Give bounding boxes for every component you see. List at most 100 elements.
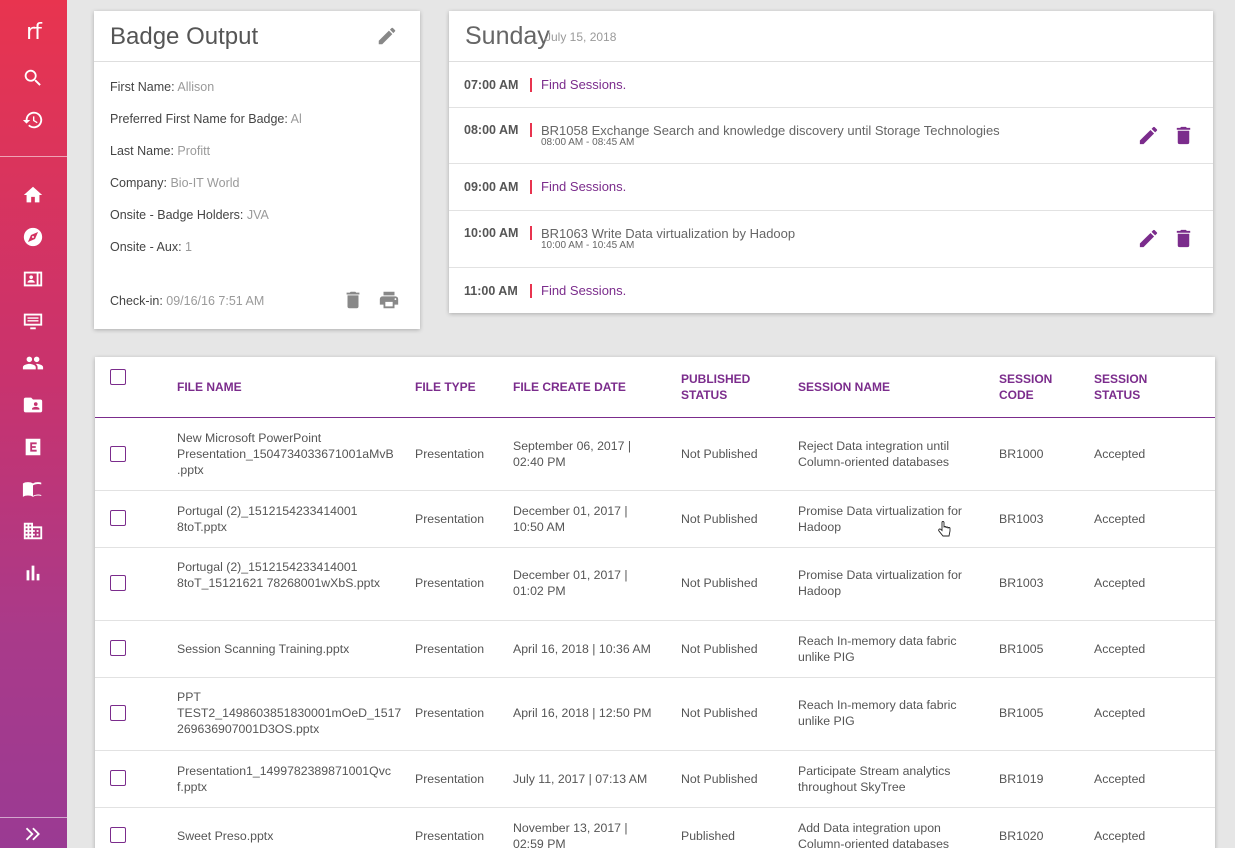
field-company: Company: Bio-IT World (110, 176, 240, 190)
table-row[interactable]: Presentation1_1499782389871001Qvc f.pptx… (95, 751, 1215, 808)
edit-icon[interactable] (376, 25, 398, 47)
session-actions (1137, 227, 1195, 255)
schedule-row: 07:00 AM Find Sessions. (449, 62, 1213, 108)
hand-cursor-icon (938, 521, 951, 537)
field-last-name: Last Name: Profitt (110, 144, 211, 158)
cell-file-type: Presentation (415, 772, 485, 786)
row-checkbox[interactable] (110, 510, 126, 526)
cell-session-code: BR1005 (999, 706, 1044, 720)
schedule-time: 10:00 AM (464, 226, 519, 240)
cell-session-status: Accepted (1094, 512, 1146, 526)
row-checkbox[interactable] (110, 770, 126, 786)
row-checkbox[interactable] (110, 827, 126, 843)
row-checkbox[interactable] (110, 705, 126, 721)
find-sessions-link[interactable]: Find Sessions. (541, 179, 626, 194)
cell-session-code: BR1019 (999, 772, 1044, 786)
home-icon[interactable] (19, 181, 47, 209)
select-all-checkbox[interactable] (110, 369, 126, 385)
time-marker (530, 78, 532, 92)
find-sessions-link[interactable]: Find Sessions. (541, 283, 626, 298)
cell-session-code: BR1020 (999, 829, 1044, 843)
bar-chart-icon[interactable] (19, 559, 47, 587)
table-row[interactable]: Session Scanning Training.pptx Presentat… (95, 621, 1215, 678)
cell-session-name: Reject Data integration until Column-ori… (798, 439, 950, 469)
presentation-icon[interactable] (19, 307, 47, 335)
cell-file-type: Presentation (415, 447, 485, 461)
column-file-type[interactable]: FILE TYPE (415, 379, 476, 395)
cell-session-code: BR1005 (999, 642, 1044, 656)
cell-file-date: April 16, 2018 | 10:36 AM (513, 642, 651, 656)
badge-card-header: Badge Output (94, 11, 420, 62)
search-icon[interactable] (19, 64, 47, 92)
cell-file-name: Sweet Preso.pptx (177, 829, 274, 843)
column-session-name[interactable]: SESSION NAME (798, 379, 890, 395)
session-title: BR1063 Write Data virtualization by Hado… (541, 226, 796, 241)
sidebar-divider (0, 156, 67, 157)
print-icon[interactable] (378, 289, 400, 316)
delete-icon[interactable] (342, 289, 364, 316)
cell-file-name: Portugal (2)_1512154233414001 8toT_15121… (177, 560, 381, 590)
table-row[interactable]: New Microsoft PowerPoint Presentation_15… (95, 418, 1215, 491)
schedule-time: 11:00 AM (464, 284, 518, 298)
session-title: BR1058 Exchange Search and knowledge dis… (541, 123, 1000, 138)
cell-session-name: Add Data integration upon Column-oriente… (798, 821, 950, 848)
column-file-name[interactable]: FILE NAME (177, 379, 242, 395)
people-icon[interactable] (19, 349, 47, 377)
double-chevron-right-icon[interactable] (19, 820, 47, 848)
find-sessions-link[interactable]: Find Sessions. (541, 77, 626, 92)
schedule-row: 08:00 AM BR1058 Exchange Search and know… (449, 108, 1213, 164)
edit-icon[interactable] (1137, 227, 1160, 255)
cell-session-code: BR1000 (999, 447, 1044, 461)
compass-icon[interactable] (19, 223, 47, 251)
schedule-row: 09:00 AM Find Sessions. (449, 164, 1213, 211)
schedule-time: 09:00 AM (464, 180, 519, 194)
table-row[interactable]: Portugal (2)_1512154233414001 8toT.pptx … (95, 491, 1215, 548)
building-icon[interactable] (19, 517, 47, 545)
table-header: FILE NAME FILE TYPE FILE CREATE DATE PUB… (95, 357, 1215, 418)
cell-session-status: Accepted (1094, 829, 1146, 843)
column-session-code[interactable]: SESSION CODE (999, 371, 1069, 403)
delete-icon[interactable] (1172, 227, 1195, 255)
sidebar-divider (0, 817, 67, 818)
table-row[interactable]: Sweet Preso.pptx Presentation November 1… (95, 808, 1215, 848)
schedule-date: July 15, 2018 (545, 30, 617, 44)
delete-icon[interactable] (1172, 124, 1195, 152)
cell-file-name: Presentation1_1499782389871001Qvc f.pptx (177, 764, 392, 794)
folder-account-icon[interactable] (19, 391, 47, 419)
app-logo[interactable]: rf (0, 20, 67, 45)
cell-session-code: BR1003 (999, 512, 1044, 526)
column-file-create-date[interactable]: FILE CREATE DATE (513, 379, 626, 395)
session-time-range: 08:00 AM - 08:45 AM (541, 137, 635, 148)
badge-icon[interactable] (19, 265, 47, 293)
sidebar: rf (0, 0, 67, 848)
cell-published-status: Not Published (681, 512, 758, 526)
time-marker (530, 123, 532, 137)
row-checkbox[interactable] (110, 640, 126, 656)
row-checkbox[interactable] (110, 446, 126, 462)
history-icon[interactable] (19, 106, 47, 134)
field-checkin: Check-in: 09/16/16 7:51 AM (110, 294, 265, 308)
cell-session-status: Accepted (1094, 447, 1146, 461)
cell-session-status: Accepted (1094, 706, 1146, 720)
table-row[interactable]: Portugal (2)_1512154233414001 8toT_15121… (95, 548, 1215, 621)
badge-actions (342, 289, 400, 316)
cell-session-name: Promise Data virtualization for Hadoop (798, 504, 963, 534)
schedule-row: 11:00 AM Find Sessions. (449, 268, 1213, 313)
exhibitor-icon[interactable] (19, 433, 47, 461)
session-time-range: 10:00 AM - 10:45 AM (541, 240, 635, 251)
row-checkbox[interactable] (110, 575, 126, 591)
edit-icon[interactable] (1137, 124, 1160, 152)
badge-output-card: Badge Output First Name: Allison Preferr… (94, 11, 420, 329)
cell-published-status: Not Published (681, 576, 758, 590)
column-session-status[interactable]: SESSION STATUS (1094, 371, 1164, 403)
schedule-card: Sunday July 15, 2018 07:00 AM Find Sessi… (449, 11, 1213, 313)
cell-session-name: Participate Stream analytics throughout … (798, 764, 951, 794)
cell-file-name: PPT TEST2_1498603851830001mOeD_1517 2696… (177, 690, 402, 736)
cell-file-type: Presentation (415, 512, 485, 526)
column-published-status[interactable]: PUBLISHED STATUS (681, 371, 761, 403)
table-row[interactable]: PPT TEST2_1498603851830001mOeD_1517 2696… (95, 678, 1215, 751)
cell-file-type: Presentation (415, 829, 485, 843)
files-table: FILE NAME FILE TYPE FILE CREATE DATE PUB… (95, 357, 1215, 848)
cell-file-name: Portugal (2)_1512154233414001 8toT.pptx (177, 504, 358, 534)
book-icon[interactable] (19, 475, 47, 503)
